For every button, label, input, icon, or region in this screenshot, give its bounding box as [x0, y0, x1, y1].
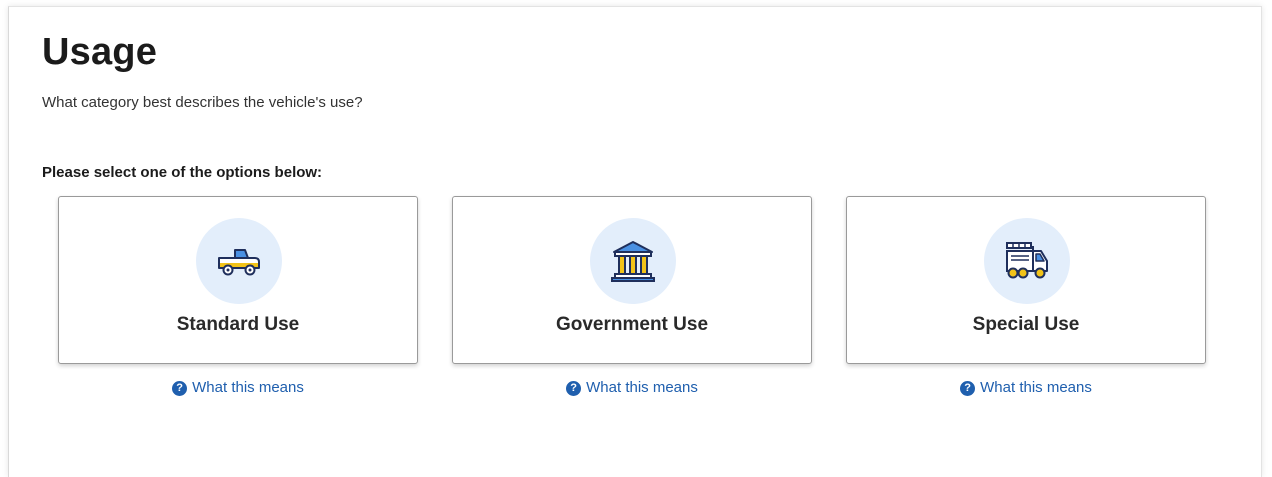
special-use-card[interactable]: Special Use	[846, 196, 1206, 364]
help-link-text: What this means	[192, 379, 304, 396]
icon-circle	[984, 218, 1070, 304]
fire-truck-icon	[1006, 242, 1048, 279]
pickup-truck-icon	[218, 249, 260, 276]
selection-prompt: Please select one of the options below:	[42, 164, 323, 181]
help-link-text: What this means	[980, 379, 1092, 396]
option-label: Standard Use	[176, 314, 300, 335]
page-title: Usage	[42, 31, 158, 73]
help-question-icon: ?	[960, 381, 976, 396]
option-label: Government Use	[555, 314, 709, 335]
help-question-icon: ?	[566, 381, 582, 396]
usage-panel: Usage What category best describes the v…	[8, 6, 1262, 477]
option-government-use: Government Use ? What this means	[452, 196, 812, 396]
icon-circle	[196, 218, 282, 304]
page-subtitle: What category best describes the vehicle…	[42, 94, 363, 111]
icon-circle	[590, 218, 676, 304]
option-standard-use: Standard Use ? What this means	[58, 196, 418, 396]
option-label: Special Use	[972, 314, 1080, 335]
what-this-means-link[interactable]: ? What this means	[846, 379, 1206, 396]
standard-use-card[interactable]: Standard Use	[58, 196, 418, 364]
what-this-means-link[interactable]: ? What this means	[452, 379, 812, 396]
option-special-use: Special Use ? What this means	[846, 196, 1206, 396]
help-link-text: What this means	[586, 379, 698, 396]
government-use-card[interactable]: Government Use	[452, 196, 812, 364]
what-this-means-link[interactable]: ? What this means	[58, 379, 418, 396]
help-question-icon: ?	[172, 381, 188, 396]
government-building-icon	[611, 241, 655, 282]
